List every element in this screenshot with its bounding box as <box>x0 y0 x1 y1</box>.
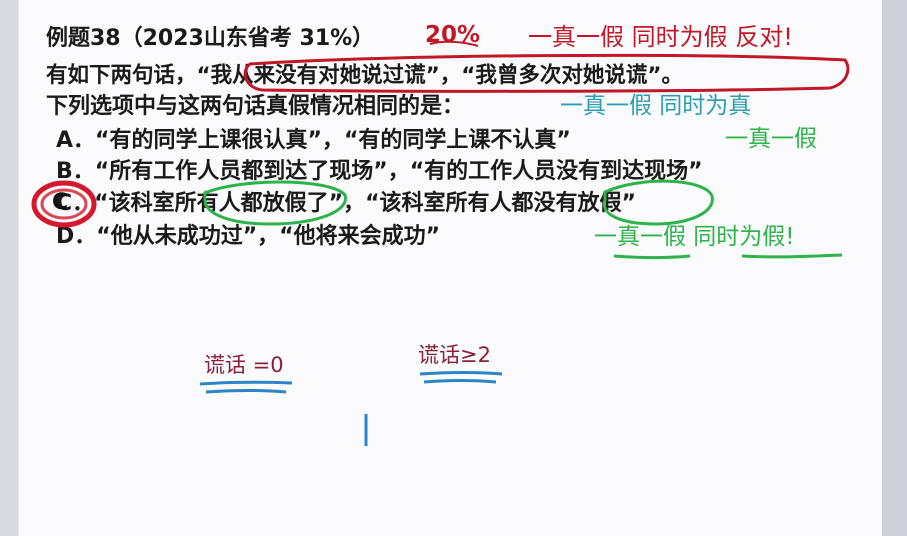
right-gutter <box>882 0 907 536</box>
question-line-1: 有如下两句话，“我从来没有对她说过谎”，“我曾多次对她说谎”。 <box>46 63 684 88</box>
percent-annotation: 20% <box>425 22 481 48</box>
lie-zero-note: 谎话 =0 <box>204 353 284 377</box>
lie-two-note: 谎话≥2 <box>418 343 491 367</box>
option-a[interactable]: A．“有的同学上课很认真”，“有的同学上课不认真” <box>56 128 571 154</box>
option-d[interactable]: D．“他从未成功过”，“他将来会成功” <box>56 224 440 250</box>
screenshot-stage: 例题38（2023山东省考 31%） 有如下两句话，“我从来没有对她说过谎”，“… <box>0 0 907 536</box>
answer-letter-c: C <box>52 190 69 215</box>
question-line-2: 下列选项中与这两句话真假情况相同的是： <box>46 94 465 119</box>
option-a-note-annotation: 一真一假 <box>725 126 817 152</box>
question-title: 例题38（2023山东省考 31%） <box>46 26 375 51</box>
option-b[interactable]: B．“所有工作人员都到达了现场”，“有的工作人员没有到达现场” <box>56 159 703 185</box>
option-d-note-annotation: 一真一假 同时为假! <box>594 224 795 250</box>
header-note-annotation: 一真一假 同时为假 反对! <box>528 23 793 51</box>
line2-note-annotation: 一真一假 同时为真 <box>560 93 752 119</box>
option-c[interactable]: C．“该科室所有人都放假了”，“该科室所有人都没有放假” <box>56 191 636 217</box>
